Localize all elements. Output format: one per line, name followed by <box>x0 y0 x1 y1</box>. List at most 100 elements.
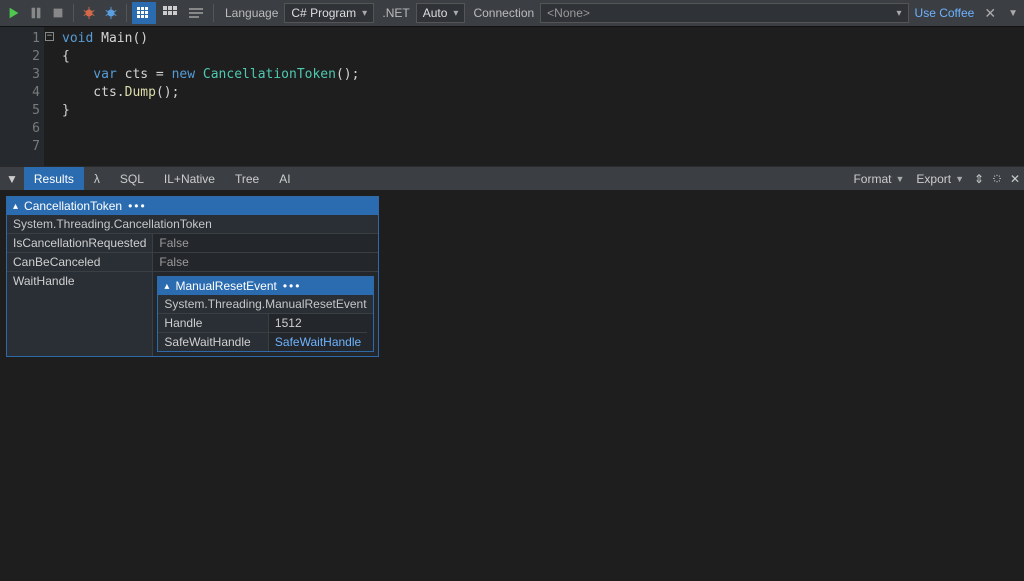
dump-typename: System.Threading.CancellationToken <box>7 215 378 234</box>
method: Dump <box>125 85 156 100</box>
dump-title: ManualResetEvent <box>175 279 276 293</box>
connection-select[interactable]: <None> ▾ <box>540 3 908 23</box>
table-row: IsCancellationRequested False <box>7 234 378 253</box>
collapse-icon: ▴ <box>13 201 18 212</box>
chevron-down-icon: ▼ <box>955 174 964 184</box>
table-row: Handle 1512 <box>158 314 367 333</box>
view-grid-button[interactable] <box>132 2 156 24</box>
format-label: Format <box>853 172 891 186</box>
txt: Main() <box>93 31 148 46</box>
tab-tree[interactable]: Tree <box>225 167 269 191</box>
prop-name: Handle <box>158 314 268 333</box>
dump-manualresetevent: ▴ ManualResetEvent ••• System.Threading.… <box>157 276 373 352</box>
separator <box>73 4 74 22</box>
prop-value: 1512 <box>268 314 367 333</box>
results-tabstrip: ▼ Results λ SQL IL+Native Tree AI Format… <box>0 166 1024 190</box>
close-results-icon[interactable]: ✕ <box>1006 172 1024 186</box>
collapse-icon: ▴ <box>164 281 169 292</box>
fold-toggle[interactable]: − <box>45 32 54 41</box>
txt: (); <box>156 85 179 100</box>
stop-button[interactable] <box>48 3 68 23</box>
tab-lambda[interactable]: λ <box>84 167 110 191</box>
connection-label: Connection <box>473 6 534 20</box>
dump-table: IsCancellationRequested False CanBeCance… <box>7 234 378 356</box>
net-label: .NET <box>382 6 409 20</box>
line-num: 4 <box>0 84 40 102</box>
prop-name: CanBeCanceled <box>7 253 153 272</box>
toolbar-right: Use Coffee ✕ ▼ <box>915 5 1020 22</box>
language-select[interactable]: C# Program ▾ <box>284 3 374 23</box>
dump-typename: System.Threading.ManualResetEvent <box>158 295 372 314</box>
type: CancellationToken <box>195 67 336 82</box>
more-icon[interactable]: ••• <box>128 199 147 213</box>
view-text-button[interactable] <box>184 2 208 24</box>
code-area[interactable]: void Main() { var cts = new Cancellation… <box>56 27 367 166</box>
chevron-down-icon: ▼ <box>895 174 904 184</box>
prop-value: SafeWaitHandle <box>268 333 367 352</box>
prop-value: False <box>153 234 378 253</box>
bug-button[interactable] <box>79 3 99 23</box>
chevron-down-icon: ▾ <box>362 8 367 19</box>
txt: { <box>62 49 70 64</box>
tab-results[interactable]: Results <box>24 167 84 191</box>
net-value: Auto <box>423 6 448 20</box>
chevron-down-icon: ▾ <box>897 8 902 19</box>
txt: cts. <box>62 85 125 100</box>
tab-sql[interactable]: SQL <box>110 167 154 191</box>
use-coffee-link[interactable]: Use Coffee <box>915 6 975 20</box>
prop-name: IsCancellationRequested <box>7 234 153 253</box>
dump-title: CancellationToken <box>24 199 122 213</box>
safewaithandle-link[interactable]: SafeWaitHandle <box>275 335 361 349</box>
language-label: Language <box>225 6 278 20</box>
format-menu[interactable]: Format ▼ <box>847 172 910 186</box>
chevron-down-icon: ▾ <box>453 8 458 19</box>
kw: new <box>172 67 195 82</box>
prop-name: WaitHandle <box>7 272 153 357</box>
dump-cancellationtoken: ▴ CancellationToken ••• System.Threading… <box>6 196 379 357</box>
close-button[interactable]: ✕ <box>980 5 1000 22</box>
refresh-icon[interactable] <box>988 172 1006 185</box>
more-icon[interactable]: ••• <box>283 279 302 293</box>
line-gutter: 1 2 3 4 5 6 7 <box>0 27 44 166</box>
dump-table: Handle 1512 SafeWaitHandle SafeWaitHandl… <box>158 314 367 351</box>
net-select[interactable]: Auto ▾ <box>416 3 466 23</box>
view-grid2-button[interactable] <box>158 2 182 24</box>
kw: var <box>62 67 117 82</box>
separator <box>126 4 127 22</box>
export-menu[interactable]: Export ▼ <box>910 172 970 186</box>
prop-value: False <box>153 253 378 272</box>
separator <box>213 4 214 22</box>
kw: void <box>62 31 93 46</box>
run-button[interactable] <box>4 3 24 23</box>
results-pane: ▴ CancellationToken ••• System.Threading… <box>0 190 1024 581</box>
code-editor[interactable]: 1 2 3 4 5 6 7 − void Main() { var cts = … <box>0 26 1024 166</box>
line-num: 5 <box>0 102 40 120</box>
sort-icon[interactable]: ⇕ <box>970 172 988 186</box>
language-value: C# Program <box>291 6 356 20</box>
dump-header[interactable]: ▴ CancellationToken ••• <box>7 197 378 215</box>
tab-ilnative[interactable]: IL+Native <box>154 167 225 191</box>
dropdown-button[interactable]: ▼ <box>1006 8 1020 19</box>
prop-value-nested: ▴ ManualResetEvent ••• System.Threading.… <box>153 272 378 357</box>
prop-name: SafeWaitHandle <box>158 333 268 352</box>
txt: } <box>62 103 70 118</box>
bug-alt-button[interactable] <box>101 3 121 23</box>
line-num: 2 <box>0 48 40 66</box>
connection-value: <None> <box>547 6 590 20</box>
table-row: SafeWaitHandle SafeWaitHandle <box>158 333 367 352</box>
tab-ai[interactable]: AI <box>269 167 300 191</box>
main-toolbar: Language C# Program ▾ .NET Auto ▾ Connec… <box>0 0 1024 26</box>
collapse-results-icon[interactable]: ▼ <box>0 172 24 186</box>
export-label: Export <box>916 172 951 186</box>
line-num: 3 <box>0 66 40 84</box>
txt: (); <box>336 67 359 82</box>
line-num: 7 <box>0 138 40 156</box>
fold-column: − <box>44 27 56 166</box>
line-num: 6 <box>0 120 40 138</box>
dump-header[interactable]: ▴ ManualResetEvent ••• <box>158 277 372 295</box>
table-row: CanBeCanceled False <box>7 253 378 272</box>
line-num: 1 <box>0 30 40 48</box>
txt: cts = <box>117 67 172 82</box>
table-row: WaitHandle ▴ ManualResetEvent ••• System… <box>7 272 378 357</box>
pause-button[interactable] <box>26 3 46 23</box>
